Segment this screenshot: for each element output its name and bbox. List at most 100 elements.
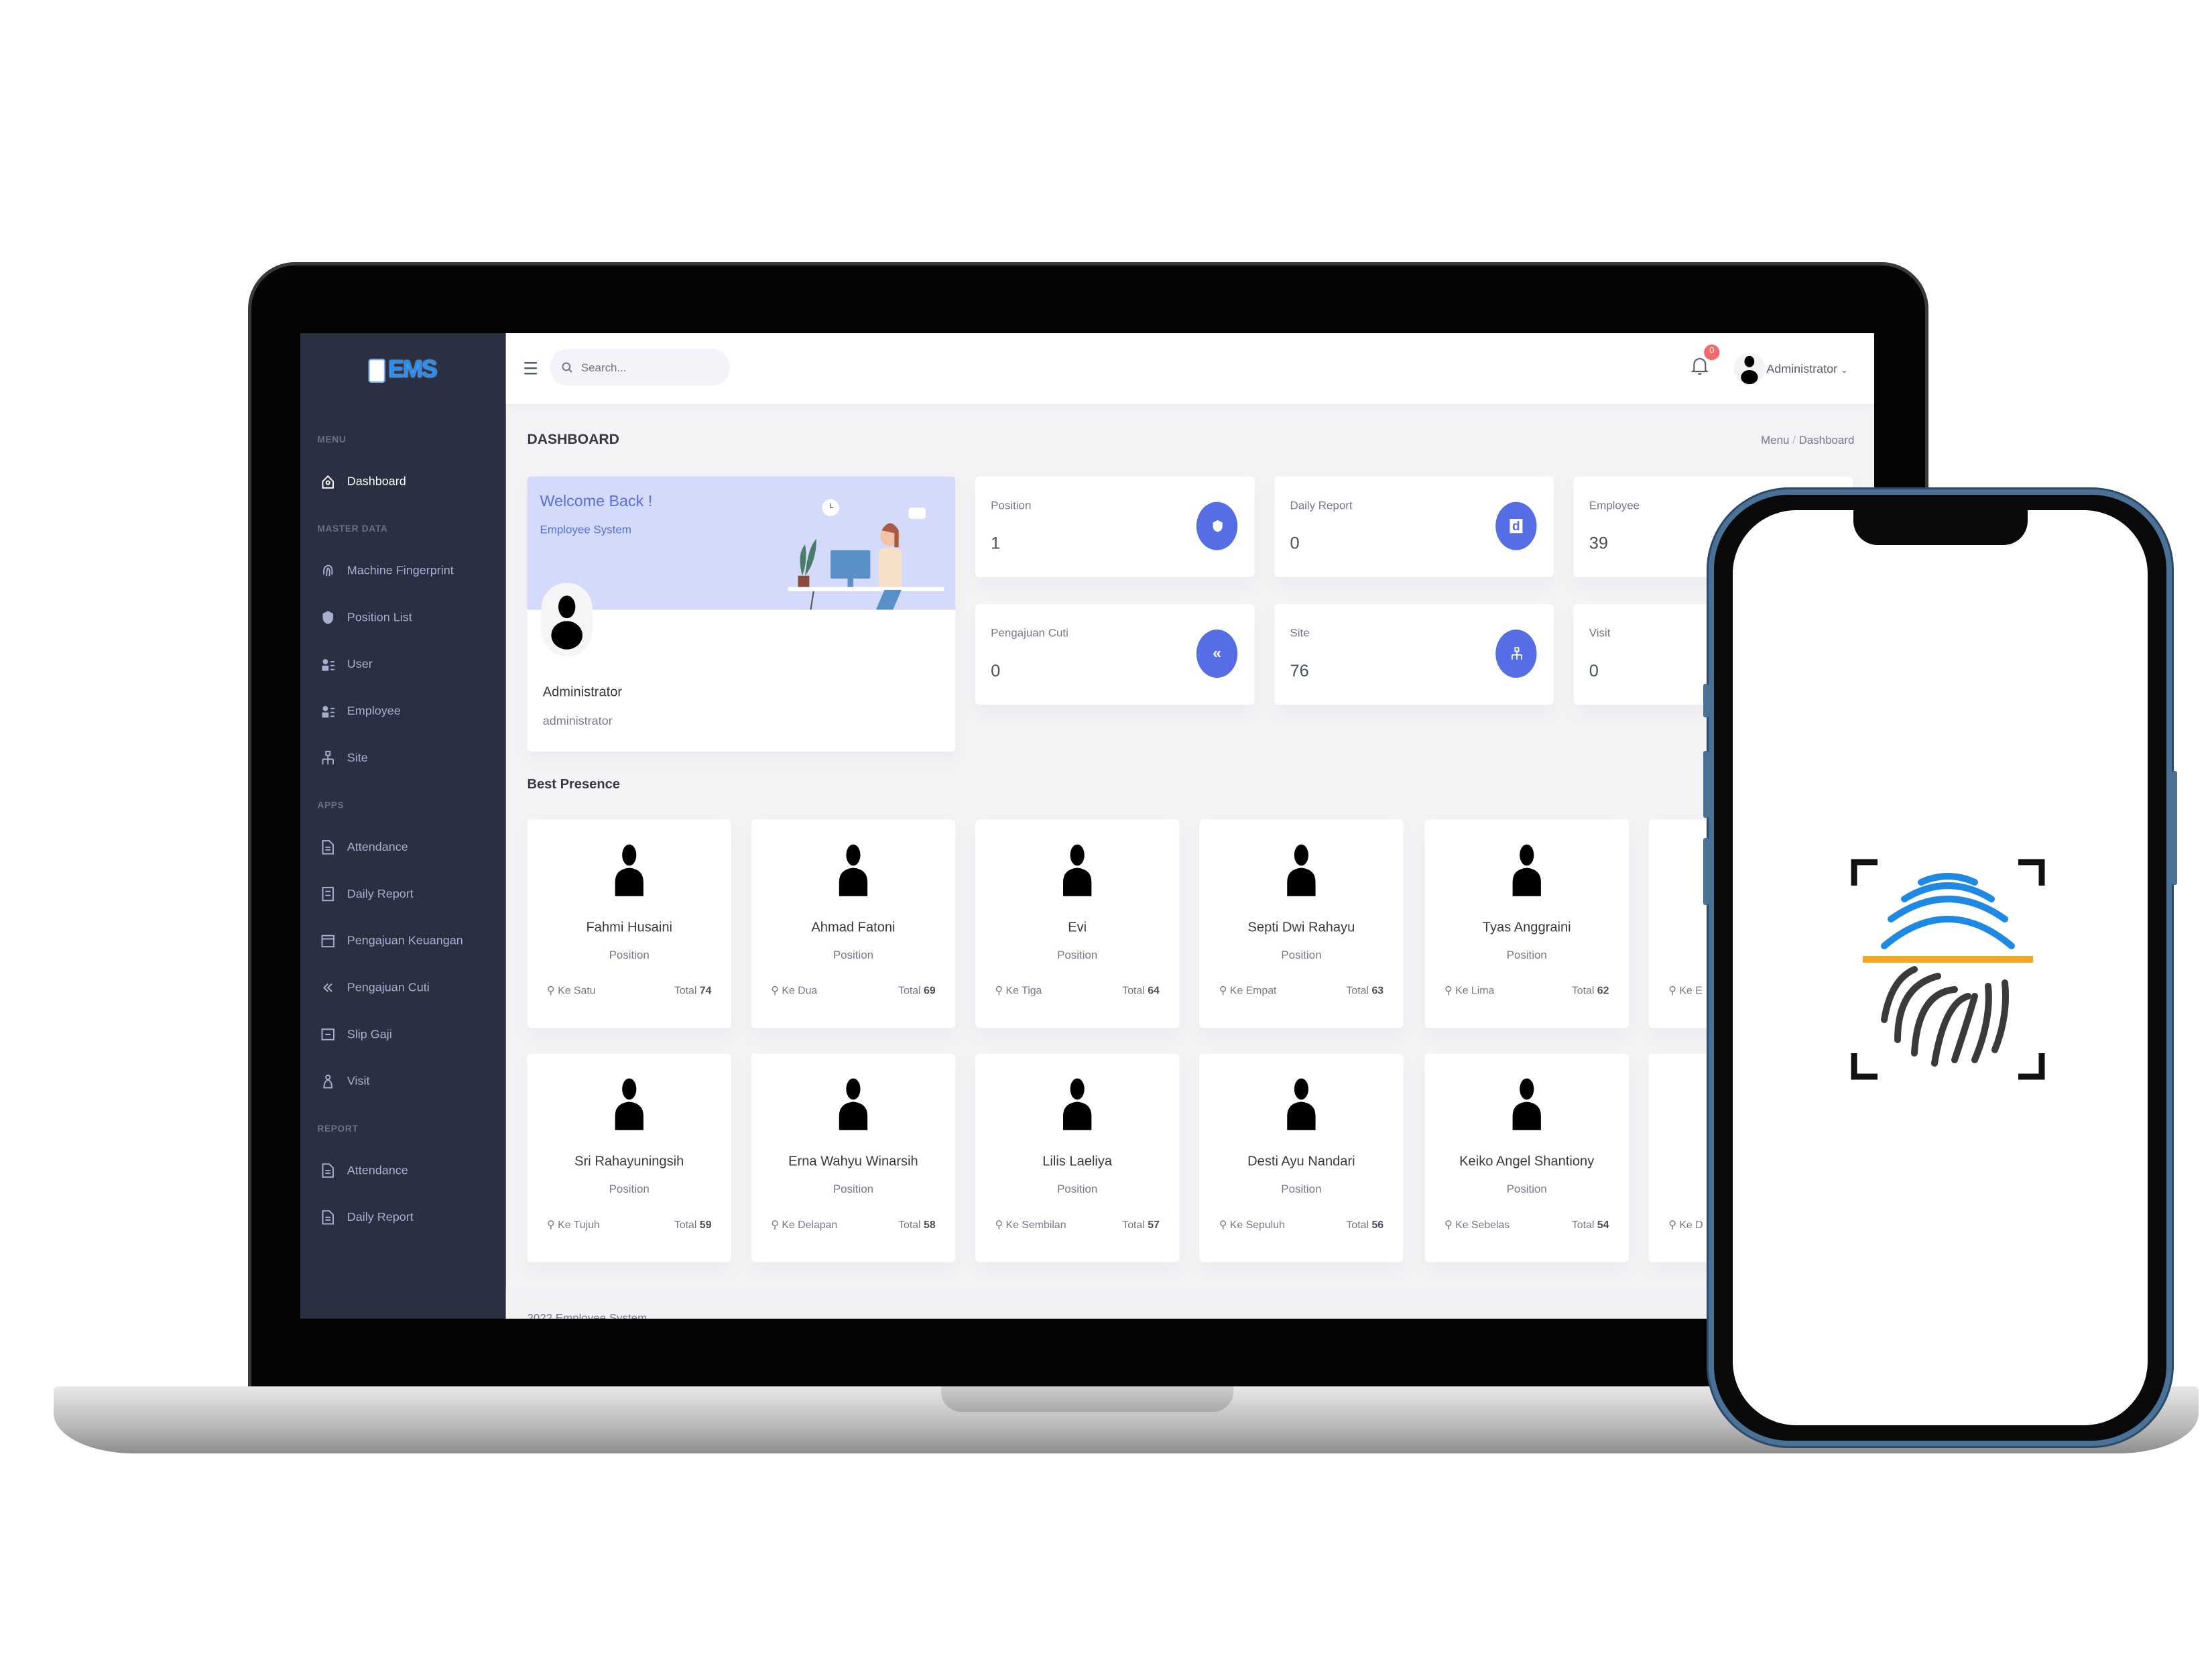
stat-label: Daily Report xyxy=(1290,499,1353,512)
stat-card-pengajuan-cuti[interactable]: Pengajuan Cuti 0 « xyxy=(975,604,1255,705)
sidebar-item-position-list[interactable]: Position List xyxy=(320,607,412,627)
chevrons-left-icon xyxy=(323,982,332,992)
trophy-icon: ⚲ xyxy=(771,983,779,997)
employee-name: Lilis Laeliya xyxy=(1042,1154,1113,1171)
sidebar-item-attendance[interactable]: Attendance xyxy=(320,837,408,857)
stat-label: Site xyxy=(1290,626,1310,640)
sidebar-item-user[interactable]: User xyxy=(320,654,373,674)
employee-name: Fahmi Husaini xyxy=(586,920,672,937)
chevrons-left-icon: « xyxy=(1196,630,1238,678)
profile-name: Administrator xyxy=(542,684,623,701)
employee-position: Position xyxy=(833,1183,874,1196)
stat-label: Visit xyxy=(1589,626,1611,640)
employee-name: Sri Rahayuningsih xyxy=(574,1154,684,1171)
employee-card[interactable]: Evi Position ⚲ Ke Tiga Total 64 xyxy=(975,819,1180,1028)
fingerprint-scan-icon xyxy=(1851,859,2045,1080)
trophy-icon: ⚲ xyxy=(1219,1217,1227,1231)
trophy-icon: ⚲ xyxy=(771,1217,779,1231)
chevron-down-icon: ⌄ xyxy=(1841,367,1848,376)
sidebar-section-label: MASTER DATA xyxy=(317,524,388,535)
sidebar: EMS MENU Dashboard MASTER DATA Machine Fing… xyxy=(300,333,506,1319)
employee-position: Position xyxy=(1506,949,1547,962)
sidebar-item-daily-report[interactable]: Daily Report xyxy=(320,1207,414,1227)
sidebar-item-attendance[interactable]: Attendance xyxy=(320,1160,408,1180)
employee-rank: ⚲ Ke D xyxy=(1668,1217,1703,1231)
stat-card-daily-report[interactable]: Daily Report 0 d xyxy=(1274,476,1554,577)
search-box[interactable] xyxy=(550,349,730,386)
phone-volume-button xyxy=(1703,751,1709,818)
person-icon xyxy=(615,1078,643,1130)
employee-total: Total 64 xyxy=(1122,983,1160,997)
employee-position: Position xyxy=(1281,1183,1322,1196)
sidebar-item-visit[interactable]: Visit xyxy=(320,1071,370,1091)
trophy-icon: ⚲ xyxy=(547,983,555,997)
employee-card[interactable]: Ahmad Fatoni Position ⚲ Ke Dua Total 69 xyxy=(751,819,956,1028)
file-icon xyxy=(322,839,334,854)
logo[interactable]: EMS xyxy=(368,356,438,384)
breadcrumb-dashboard: Dashboard xyxy=(1798,434,1855,447)
employee-total: Total 58 xyxy=(898,1217,936,1231)
stat-value: 1 xyxy=(991,533,1001,553)
sidebar-item-label: Machine Fingerprint xyxy=(347,562,454,577)
employee-position: Position xyxy=(1057,949,1098,962)
phone-power-button xyxy=(2172,771,2177,885)
employee-total: Total 57 xyxy=(1122,1217,1160,1231)
stat-label: Pengajuan Cuti xyxy=(991,626,1068,640)
employee-card[interactable]: Fahmi Husaini Position ⚲ Ke Satu Total 74 xyxy=(527,819,732,1028)
stat-value: 0 xyxy=(1290,533,1300,553)
receipt-icon xyxy=(321,1028,334,1040)
menu-toggle-icon[interactable]: ☰ xyxy=(523,359,538,379)
sidebar-item-label: Employee xyxy=(347,703,401,718)
sidebar-item-employee[interactable]: Employee xyxy=(320,701,401,721)
stat-card-site[interactable]: Site 76 xyxy=(1274,604,1554,705)
welcome-title: Welcome Back ! xyxy=(540,493,653,511)
sidebar-item-label: Pengajuan Cuti xyxy=(347,979,430,994)
employee-card[interactable]: Septi Dwi Rahayu Position ⚲ Ke Empat Total … xyxy=(1199,819,1404,1028)
topbar: ☰ 0 Administrator ⌄ xyxy=(505,333,1874,404)
sidebar-item-daily-report[interactable]: Daily Report xyxy=(320,884,414,904)
fingerprint-logo-icon xyxy=(368,358,385,382)
sitemap-icon xyxy=(322,750,334,764)
employee-rank: ⚲ Ke Delapan xyxy=(771,1217,838,1231)
sidebar-item-pengajuan-cuti[interactable]: Pengajuan Cuti xyxy=(320,977,430,997)
search-input[interactable] xyxy=(580,361,709,374)
person-icon xyxy=(1063,1078,1092,1130)
sidebar-item-pengajuan-keuangan[interactable]: Pengajuan Keuangan xyxy=(320,931,463,951)
bell-icon[interactable] xyxy=(1691,356,1709,376)
sidebar-item-slip-gaji[interactable]: Slip Gaji xyxy=(320,1024,392,1044)
sidebar-item-site[interactable]: Site xyxy=(320,747,368,768)
stat-value: 0 xyxy=(1589,660,1599,681)
sidebar-item-label: Visit xyxy=(347,1073,370,1088)
employee-card[interactable]: Sri Rahayuningsih Position ⚲ Ke Tujuh Total… xyxy=(527,1053,732,1262)
employee-position: Position xyxy=(1281,949,1322,962)
employee-name: Ahmad Fatoni xyxy=(811,920,896,937)
stat-value: 39 xyxy=(1589,533,1609,553)
user-menu[interactable]: Administrator ⌄ xyxy=(1766,361,1848,375)
sidebar-item-label: Position List xyxy=(347,609,412,624)
user-list-icon xyxy=(322,705,334,717)
employee-card[interactable]: Keiko Angel Shantiony Position ⚲ Ke Sebela… xyxy=(1424,1053,1630,1262)
stat-card-position[interactable]: Position 1 xyxy=(975,476,1255,577)
sidebar-item-machine-fingerprint[interactable]: Machine Fingerprint xyxy=(320,560,454,580)
sidebar-item-label: Daily Report xyxy=(347,886,414,901)
person-icon xyxy=(615,844,643,896)
employee-card[interactable]: Desti Ayu Nandari Position ⚲ Ke Sepuluh Tot… xyxy=(1199,1053,1404,1262)
user-avatar[interactable] xyxy=(1733,350,1766,387)
employee-card[interactable]: Tyas Anggraini Position ⚲ Ke Lima Total 62 xyxy=(1424,819,1630,1028)
sidebar-item-dashboard[interactable]: Dashboard xyxy=(320,471,406,491)
breadcrumb-menu[interactable]: Menu xyxy=(1761,434,1789,446)
employee-card[interactable]: Erna Wahyu Winarsih Position ⚲ Ke Delapan T… xyxy=(751,1053,956,1262)
shield-icon xyxy=(322,610,334,623)
employee-total: Total 56 xyxy=(1346,1217,1384,1231)
employee-card[interactable]: Lilis Laeliya Position ⚲ Ke Sembilan Total … xyxy=(975,1053,1180,1262)
employee-position: Position xyxy=(1506,1183,1547,1196)
employee-rank: ⚲ Ke Tiga xyxy=(995,983,1042,997)
sidebar-item-label: Dashboard xyxy=(347,473,406,488)
employee-total: Total 54 xyxy=(1571,1217,1609,1231)
person-icon xyxy=(1063,844,1092,896)
location-icon xyxy=(323,1073,333,1088)
sidebar-item-label: User xyxy=(347,656,373,671)
person-icon xyxy=(1287,844,1316,896)
report-icon xyxy=(322,886,334,901)
employee-position: Position xyxy=(609,949,650,962)
